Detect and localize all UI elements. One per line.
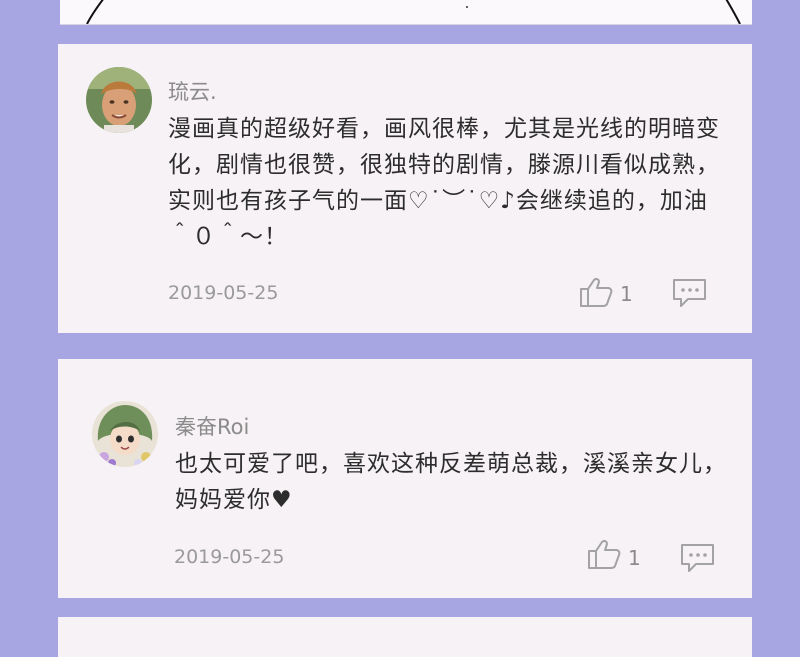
thumbs-up-icon[interactable] — [579, 277, 613, 307]
comment-icon[interactable] — [680, 543, 716, 573]
manga-panel-edge — [60, 0, 752, 25]
comment-date: 2019-05-25 — [174, 546, 285, 568]
comment-text: 也太可爱了吧，喜欢这种反差萌总裁，溪溪亲女儿，妈妈爱你♥ — [175, 451, 727, 513]
comment-card: 琉云. 漫画真的超级好看，画风很棒，尤其是光线的明暗变化，剧情也很赞，很独特的剧… — [58, 44, 752, 333]
panel-line-art — [86, 0, 741, 24]
like-count: 1 — [620, 282, 633, 306]
comment-card: 秦奋Roi 也太可爱了吧，喜欢这种反差萌总裁，溪溪亲女儿，妈妈爱你♥ 2019-… — [58, 359, 752, 598]
comment-card-partial — [58, 617, 752, 657]
comment-text: 漫画真的超级好看，画风很棒，尤其是光线的明暗变化，剧情也很赞，很独特的剧情，滕源… — [168, 116, 720, 250]
username[interactable]: 琉云. — [168, 76, 217, 106]
user-avatar[interactable] — [92, 401, 158, 467]
username[interactable]: 秦奋Roi — [175, 411, 249, 441]
comment-date: 2019-05-25 — [168, 282, 279, 304]
thumbs-up-icon[interactable] — [587, 539, 621, 569]
comment-icon[interactable] — [672, 278, 708, 308]
user-avatar[interactable] — [86, 67, 152, 133]
like-count: 1 — [628, 546, 641, 570]
